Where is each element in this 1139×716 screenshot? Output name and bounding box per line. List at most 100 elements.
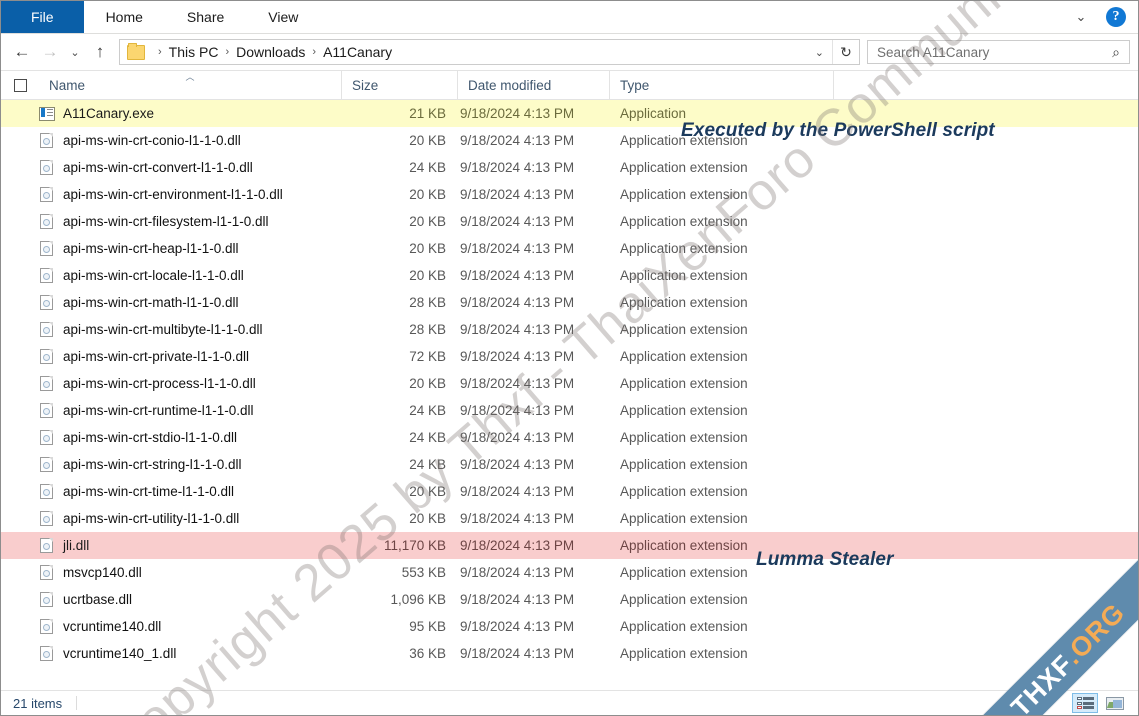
cell-name[interactable]: api-ms-win-crt-math-l1-1-0.dll: [39, 294, 342, 311]
cell-name[interactable]: api-ms-win-crt-private-l1-1-0.dll: [39, 348, 342, 365]
breadcrumb-item-a11canary[interactable]: A11Canary: [323, 44, 392, 60]
forward-button[interactable]: →: [37, 39, 63, 65]
breadcrumb-item-downloads[interactable]: Downloads: [236, 44, 305, 60]
dll-icon: [39, 159, 55, 176]
table-row[interactable]: api-ms-win-crt-math-l1-1-0.dll 28 KB 9/18/…: [1, 289, 1138, 316]
cell-type: Application extension: [620, 430, 748, 445]
cell-type: Application extension: [620, 592, 748, 607]
cell-size: 95 KB: [409, 619, 446, 634]
up-button[interactable]: ↑: [87, 39, 113, 65]
search-input[interactable]: [868, 43, 1103, 61]
tab-file[interactable]: File: [1, 1, 84, 33]
cell-name[interactable]: msvcp140.dll: [39, 564, 342, 581]
cell-name[interactable]: vcruntime140_1.dll: [39, 645, 342, 662]
cell-type: Application: [620, 106, 687, 121]
cell-name[interactable]: A11Canary.exe: [39, 106, 342, 122]
cell-name[interactable]: api-ms-win-crt-process-l1-1-0.dll: [39, 375, 342, 392]
table-row[interactable]: api-ms-win-crt-runtime-l1-1-0.dll 24 KB 9/…: [1, 397, 1138, 424]
cell-name[interactable]: api-ms-win-crt-heap-l1-1-0.dll: [39, 240, 342, 257]
cell-date-modified: 9/18/2024 4:13 PM: [460, 376, 575, 391]
table-row[interactable]: api-ms-win-crt-heap-l1-1-0.dll 20 KB 9/18/…: [1, 235, 1138, 262]
cell-size: 20 KB: [409, 268, 446, 283]
column-header-type[interactable]: Type: [610, 71, 834, 99]
sort-ascending-icon: ︿: [185, 72, 195, 82]
table-row[interactable]: api-ms-win-crt-time-l1-1-0.dll 20 KB 9/18/…: [1, 478, 1138, 505]
column-header-date-label: Date modified: [468, 77, 552, 93]
dll-icon: [39, 375, 55, 392]
table-row[interactable]: api-ms-win-crt-process-l1-1-0.dll 20 KB 9/…: [1, 370, 1138, 397]
column-header-date-modified[interactable]: Date modified: [458, 71, 610, 99]
help-icon[interactable]: ?: [1106, 7, 1126, 27]
column-header-type-label: Type: [620, 77, 650, 93]
cell-date-modified: 9/18/2024 4:13 PM: [460, 403, 575, 418]
search-box[interactable]: ⌕: [867, 40, 1130, 64]
file-list[interactable]: A11Canary.exe 21 KB 9/18/2024 4:13 PM Appli…: [1, 100, 1138, 690]
thumbnails-view-button[interactable]: [1102, 693, 1128, 713]
cell-name[interactable]: api-ms-win-crt-environment-l1-1-0.dll: [39, 186, 342, 203]
column-header-size[interactable]: Size: [342, 71, 458, 99]
table-row[interactable]: api-ms-win-crt-private-l1-1-0.dll 72 KB 9/…: [1, 343, 1138, 370]
table-row[interactable]: api-ms-win-crt-utility-l1-1-0.dll 20 KB 9/…: [1, 505, 1138, 532]
table-row[interactable]: api-ms-win-crt-string-l1-1-0.dll 24 KB 9/1…: [1, 451, 1138, 478]
breadcrumb-separator-0: ›: [158, 46, 162, 58]
cell-date-modified: 9/18/2024 4:13 PM: [460, 214, 575, 229]
cell-size: 20 KB: [409, 241, 446, 256]
tab-view[interactable]: View: [246, 1, 320, 33]
cell-date-modified: 9/18/2024 4:13 PM: [460, 484, 575, 499]
column-header-name[interactable]: ︿ Name: [39, 71, 342, 99]
cell-size: 553 KB: [401, 565, 446, 580]
ribbon-tabstrip: File Home Share View ⌄ ?: [1, 1, 1138, 34]
cell-type: Application extension: [620, 376, 748, 391]
details-view-button[interactable]: [1072, 693, 1098, 713]
table-row[interactable]: vcruntime140.dll 95 KB 9/18/2024 4:13 PM Ap…: [1, 613, 1138, 640]
checkbox-icon[interactable]: [13, 78, 27, 92]
cell-name[interactable]: vcruntime140.dll: [39, 618, 342, 635]
select-all-checkbox[interactable]: [1, 71, 39, 99]
table-row[interactable]: api-ms-win-crt-filesystem-l1-1-0.dll 20 K…: [1, 208, 1138, 235]
file-name-label: vcruntime140_1.dll: [63, 646, 177, 661]
tab-home[interactable]: Home: [84, 1, 165, 33]
breadcrumb-item-this-pc[interactable]: This PC: [169, 44, 219, 60]
tab-share[interactable]: Share: [165, 1, 246, 33]
refresh-icon[interactable]: ↻: [832, 40, 859, 64]
cell-name[interactable]: api-ms-win-crt-multibyte-l1-1-0.dll: [39, 321, 342, 338]
cell-type: Application extension: [620, 241, 748, 256]
cell-name[interactable]: api-ms-win-crt-locale-l1-1-0.dll: [39, 267, 342, 284]
table-row[interactable]: jli.dll 11,170 KB 9/18/2024 4:13 PM Applica…: [1, 532, 1138, 559]
cell-type: Application extension: [620, 619, 748, 634]
table-row[interactable]: api-ms-win-crt-locale-l1-1-0.dll 20 KB 9/1…: [1, 262, 1138, 289]
folder-icon: [127, 42, 145, 60]
cell-name[interactable]: jli.dll: [39, 537, 342, 554]
file-name-label: api-ms-win-crt-process-l1-1-0.dll: [63, 376, 256, 391]
table-row[interactable]: vcruntime140_1.dll 36 KB 9/18/2024 4:13 PM…: [1, 640, 1138, 667]
cell-size: 24 KB: [409, 403, 446, 418]
cell-name[interactable]: api-ms-win-crt-time-l1-1-0.dll: [39, 483, 342, 500]
cell-date-modified: 9/18/2024 4:13 PM: [460, 619, 575, 634]
search-icon[interactable]: ⌕: [1103, 44, 1129, 61]
cell-date-modified: 9/18/2024 4:13 PM: [460, 349, 575, 364]
cell-name[interactable]: ucrtbase.dll: [39, 591, 342, 608]
recent-locations-button[interactable]: ⌄: [65, 39, 85, 65]
chevron-down-icon[interactable]: ⌄: [1070, 6, 1092, 28]
cell-name[interactable]: api-ms-win-crt-string-l1-1-0.dll: [39, 456, 342, 473]
back-button[interactable]: ←: [9, 39, 35, 65]
column-header-row: ︿ Name Size Date modified Type: [1, 70, 1138, 100]
cell-name[interactable]: api-ms-win-crt-conio-l1-1-0.dll: [39, 132, 342, 149]
cell-date-modified: 9/18/2024 4:13 PM: [460, 511, 575, 526]
table-row[interactable]: api-ms-win-crt-environment-l1-1-0.dll 20 …: [1, 181, 1138, 208]
breadcrumb[interactable]: › This PC › Downloads › A11Canary ⌄ ↻: [119, 39, 860, 65]
table-row[interactable]: api-ms-win-crt-stdio-l1-1-0.dll 24 KB 9/18…: [1, 424, 1138, 451]
table-row[interactable]: ucrtbase.dll 1,096 KB 9/18/2024 4:13 PM App…: [1, 586, 1138, 613]
cell-type: Application extension: [620, 268, 748, 283]
cell-name[interactable]: api-ms-win-crt-filesystem-l1-1-0.dll: [39, 213, 342, 230]
table-row[interactable]: api-ms-win-crt-multibyte-l1-1-0.dll 28 KB…: [1, 316, 1138, 343]
table-row[interactable]: msvcp140.dll 553 KB 9/18/2024 4:13 PM Appli…: [1, 559, 1138, 586]
cell-name[interactable]: api-ms-win-crt-stdio-l1-1-0.dll: [39, 429, 342, 446]
cell-date-modified: 9/18/2024 4:13 PM: [460, 133, 575, 148]
breadcrumb-dropdown-icon[interactable]: ⌄: [807, 46, 832, 59]
cell-date-modified: 9/18/2024 4:13 PM: [460, 457, 575, 472]
cell-name[interactable]: api-ms-win-crt-runtime-l1-1-0.dll: [39, 402, 342, 419]
table-row[interactable]: api-ms-win-crt-convert-l1-1-0.dll 24 KB 9/…: [1, 154, 1138, 181]
cell-name[interactable]: api-ms-win-crt-utility-l1-1-0.dll: [39, 510, 342, 527]
cell-name[interactable]: api-ms-win-crt-convert-l1-1-0.dll: [39, 159, 342, 176]
